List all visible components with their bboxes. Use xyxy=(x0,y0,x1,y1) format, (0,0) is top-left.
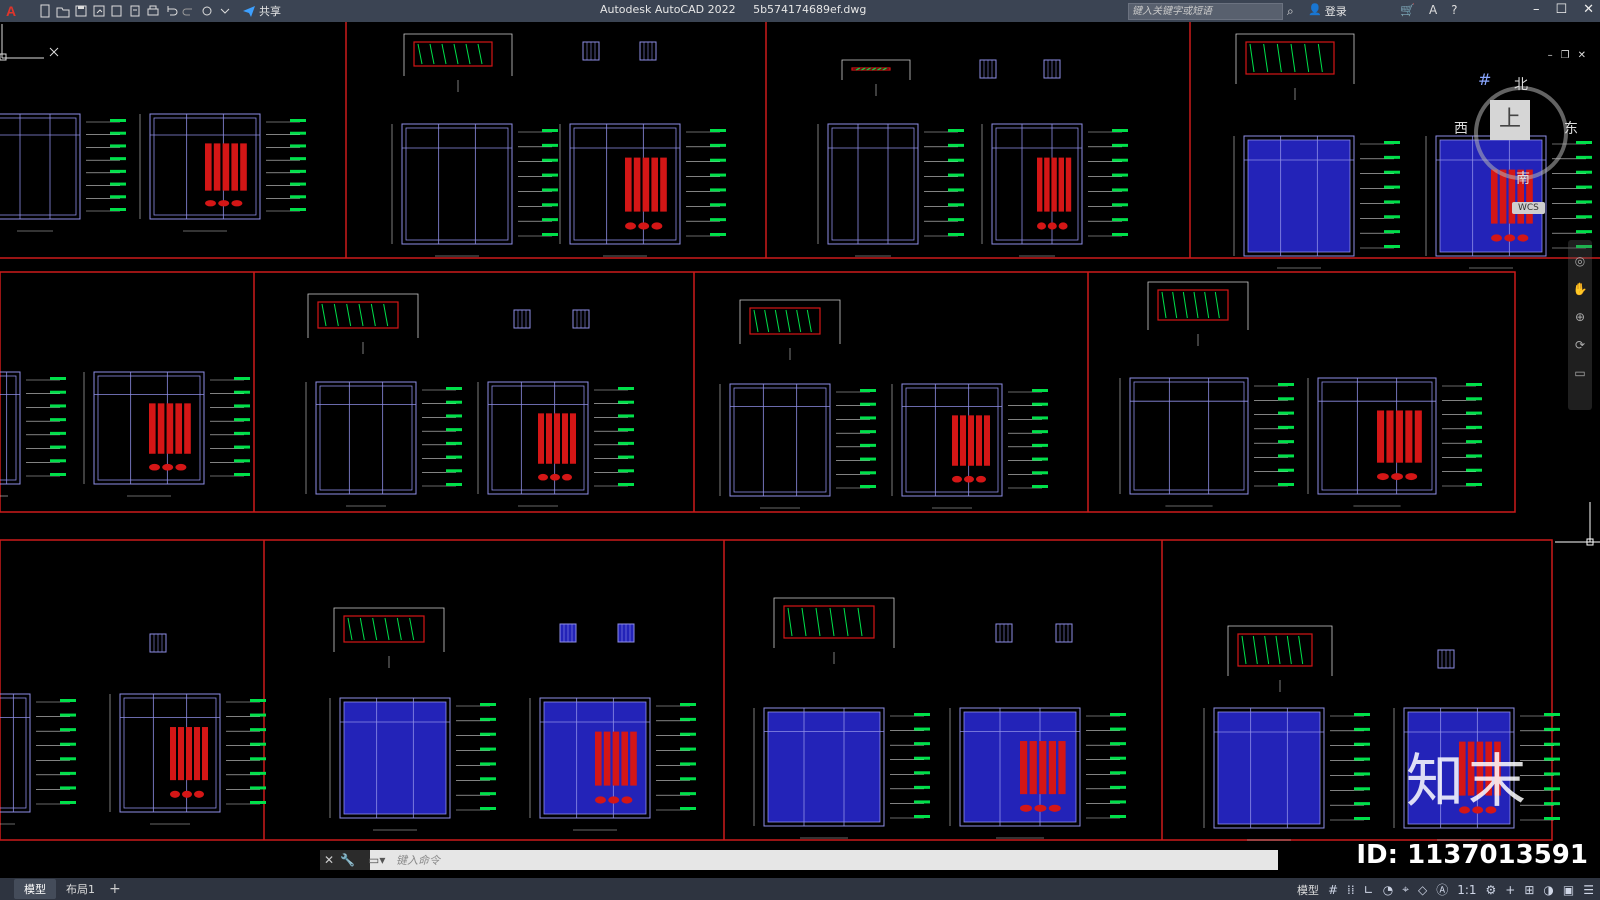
cart-icon[interactable]: 🛒 xyxy=(1400,3,1415,17)
navigation-bar[interactable]: ◎ ✋ ⊕ ⟳ ▭ xyxy=(1568,240,1592,410)
autocad-logo-icon[interactable]: A xyxy=(0,0,22,22)
app-title: Autodesk AutoCAD 2022 xyxy=(600,3,736,16)
share-label: 共享 xyxy=(259,5,281,18)
annotation-visibility-icon[interactable]: Ⓐ xyxy=(1436,881,1448,898)
isodraft-icon[interactable]: ◇ xyxy=(1418,883,1427,897)
compass-west[interactable]: 西 xyxy=(1454,118,1468,138)
save-icon[interactable] xyxy=(74,4,88,18)
tab-layout1[interactable]: 布局1 xyxy=(56,879,105,899)
close-command-icon[interactable]: ✕ xyxy=(324,853,334,867)
open-from-web-icon[interactable] xyxy=(110,4,124,18)
viewcube[interactable]: # 北 南 西 东 上 xyxy=(1452,70,1578,190)
undo-icon[interactable] xyxy=(164,4,178,18)
cad-drawing[interactable] xyxy=(0,22,1600,878)
quick-access-toolbar: 共享 xyxy=(38,3,281,19)
customize-command-icon[interactable]: 🔧 xyxy=(340,853,355,867)
maximize-icon[interactable]: ☐ xyxy=(1555,2,1567,17)
plot-icon[interactable] xyxy=(146,4,160,18)
add-layout-icon[interactable]: + xyxy=(109,881,121,897)
drawing-restore-icon[interactable]: ❐ xyxy=(1561,50,1570,61)
crosshair-cursor xyxy=(1555,502,1600,546)
minimize-icon[interactable]: – xyxy=(1533,2,1540,17)
status-bar: 模型 布局1 + 模型 # ⁞⁞ ∟ ◔ ⌖ ◇ Ⓐ 1:1 ⚙ + ⊞ ◑ ▣… xyxy=(0,878,1600,900)
ucs-icon xyxy=(0,24,59,61)
wcs-menu[interactable]: WCS xyxy=(1512,202,1545,214)
window-controls: – ☐ ✕ xyxy=(1533,2,1594,17)
showmotion-icon[interactable]: ▭ xyxy=(1568,366,1592,380)
watermark-id: ID: 1137013591 xyxy=(1356,840,1588,870)
watermark-brand: 知末 xyxy=(1405,747,1530,815)
customize-qat-icon[interactable] xyxy=(218,4,232,18)
zoom-icon[interactable]: ⊕ xyxy=(1568,310,1592,324)
autodesk-app-icon[interactable]: A xyxy=(1429,3,1437,17)
command-line-controls: ✕ 🔧 xyxy=(320,850,370,870)
settings-gear-icon[interactable]: ⚙ xyxy=(1486,883,1497,897)
tab-model[interactable]: 模型 xyxy=(14,879,56,899)
open-folder-icon[interactable] xyxy=(56,4,70,18)
command-line[interactable] xyxy=(320,850,1278,870)
command-input[interactable]: 键入命令 xyxy=(396,852,440,868)
drawing-close-icon[interactable]: ✕ xyxy=(1578,50,1586,61)
search-icon[interactable]: ⌕ xyxy=(1287,4,1294,19)
redo-icon[interactable] xyxy=(182,4,196,18)
steering-wheel-icon[interactable]: ◎ xyxy=(1568,254,1592,268)
user-icon: 👤 xyxy=(1308,3,1322,16)
clean-screen-icon[interactable]: ▣ xyxy=(1563,883,1574,897)
customize-status-icon[interactable]: ☰ xyxy=(1583,883,1594,897)
title-right-icons: 🛒 A ? xyxy=(1400,3,1458,17)
model-space-toggle[interactable]: 模型 xyxy=(1297,882,1319,898)
polar-tracking-icon[interactable]: ◔ xyxy=(1383,883,1393,897)
workspace-icon[interactable] xyxy=(200,4,214,18)
compass-south[interactable]: 南 xyxy=(1516,168,1530,188)
title-bar: A 共享 Autodesk AutoCAD 2022 5b574174689ef… xyxy=(0,0,1600,22)
viewcube-top-face[interactable]: 上 xyxy=(1490,100,1530,140)
orbit-icon[interactable]: ⟳ xyxy=(1568,338,1592,352)
status-tools: 模型 # ⁞⁞ ∟ ◔ ⌖ ◇ Ⓐ 1:1 ⚙ + ⊞ ◑ ▣ ☰ xyxy=(1297,881,1594,898)
share-button[interactable]: 共享 xyxy=(242,3,281,19)
annotation-scale[interactable]: 1:1 xyxy=(1457,883,1476,897)
login-label: 登录 xyxy=(1324,5,1347,18)
ortho-icon[interactable]: ∟ xyxy=(1364,883,1374,897)
units-icon[interactable]: ⊞ xyxy=(1524,883,1534,897)
osnap-icon[interactable]: ⌖ xyxy=(1402,882,1409,897)
drawing-canvas[interactable]: # 北 南 西 东 上 WCS ◎ ✋ ⊕ ⟳ ▭ – ❐ ✕ 知末 ID: 1… xyxy=(0,22,1600,878)
compass-east[interactable]: 东 xyxy=(1564,118,1578,138)
drawing-minimize-icon[interactable]: – xyxy=(1548,50,1553,61)
wardrobe-elevations xyxy=(0,33,1592,841)
help-icon[interactable]: ? xyxy=(1451,3,1457,17)
login-button[interactable]: 👤 登录 xyxy=(1308,3,1347,19)
save-to-web-icon[interactable] xyxy=(128,4,142,18)
drawing-window-controls: – ❐ ✕ xyxy=(1548,50,1586,61)
close-icon[interactable]: ✕ xyxy=(1583,2,1594,17)
search-input[interactable]: 键入关键字或短语 xyxy=(1128,3,1283,20)
isolate-objects-icon[interactable]: ◑ xyxy=(1543,883,1553,897)
grid-display-icon[interactable]: # xyxy=(1328,883,1338,897)
command-prompt-icon[interactable]: ▭▾ xyxy=(368,850,392,870)
compass-north[interactable]: 北 xyxy=(1514,74,1528,94)
window-title: Autodesk AutoCAD 2022 5b574174689ef.dwg xyxy=(600,3,866,16)
snap-mode-icon[interactable]: ⁞⁞ xyxy=(1347,883,1355,897)
file-name: 5b574174689ef.dwg xyxy=(753,3,867,16)
save-as-icon[interactable] xyxy=(92,4,106,18)
grid-icon: # xyxy=(1478,70,1492,89)
pan-icon[interactable]: ✋ xyxy=(1568,282,1592,296)
add-icon[interactable]: + xyxy=(1505,883,1515,897)
new-file-icon[interactable] xyxy=(38,4,52,18)
share-icon xyxy=(243,6,255,17)
